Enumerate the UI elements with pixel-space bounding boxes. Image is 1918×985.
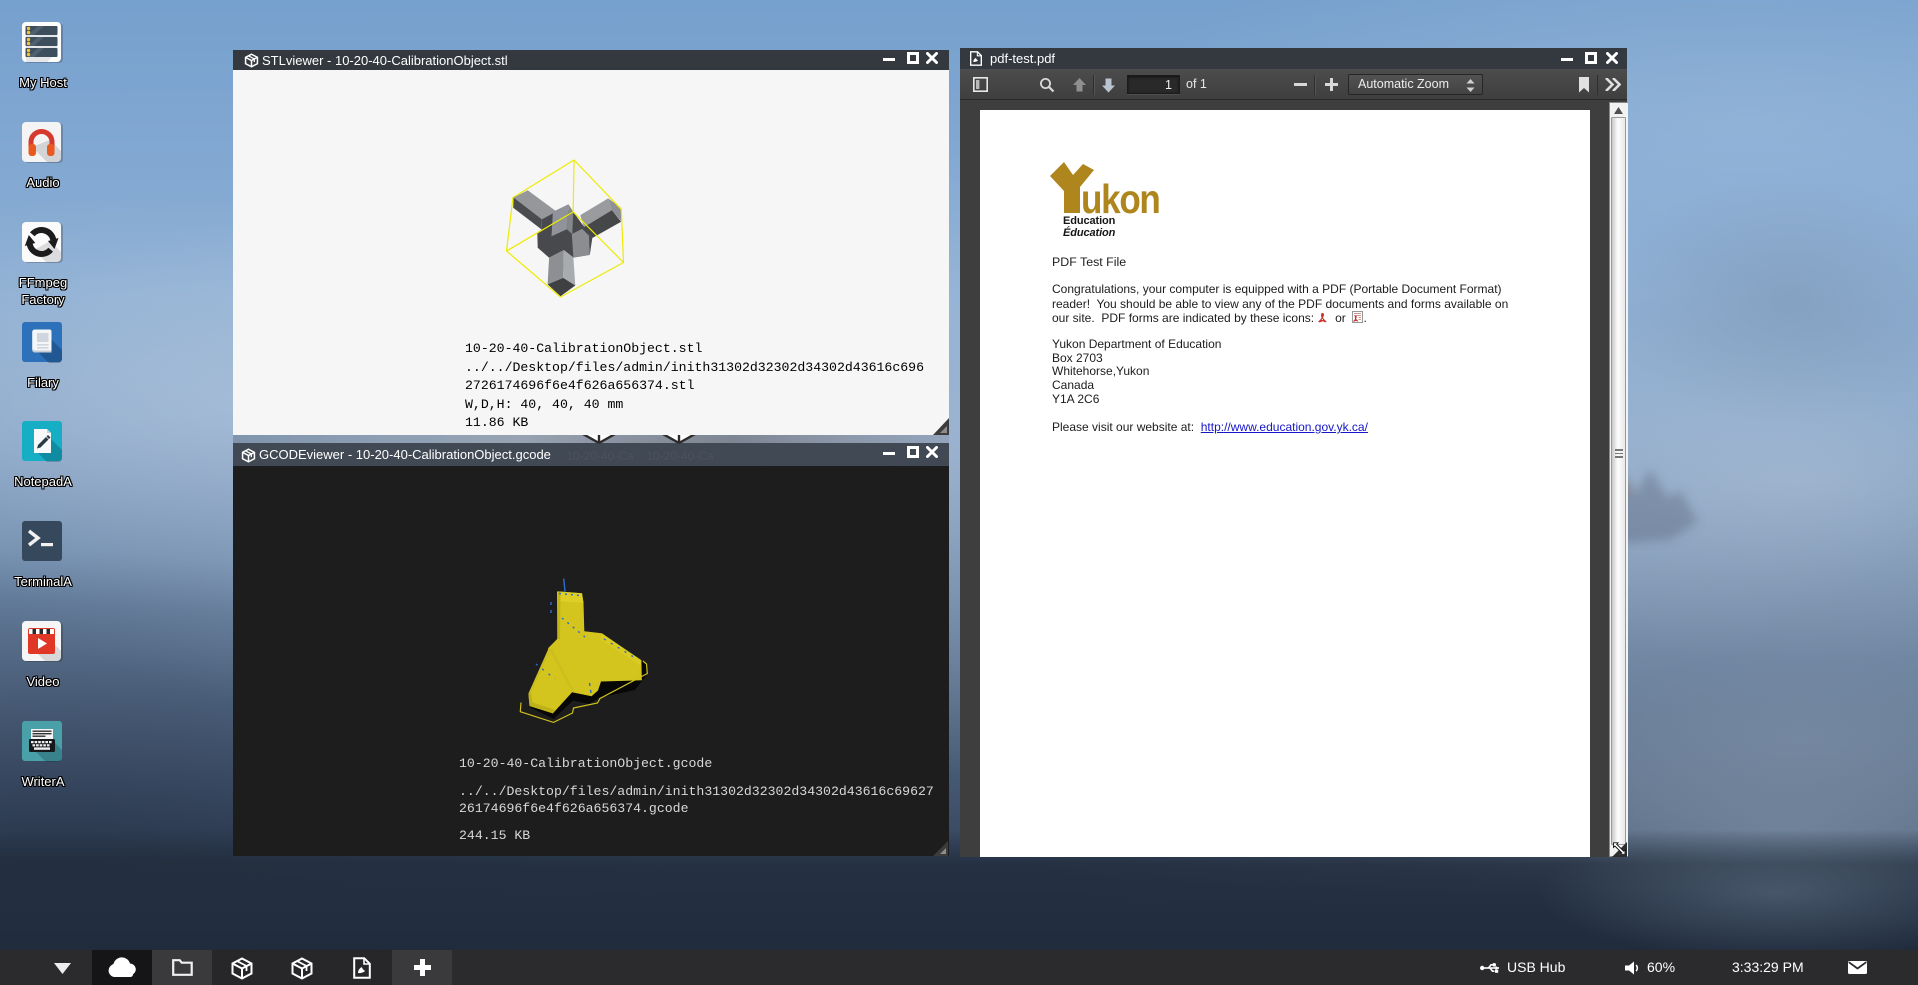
svg-text:ukon: ukon xyxy=(1081,176,1160,220)
